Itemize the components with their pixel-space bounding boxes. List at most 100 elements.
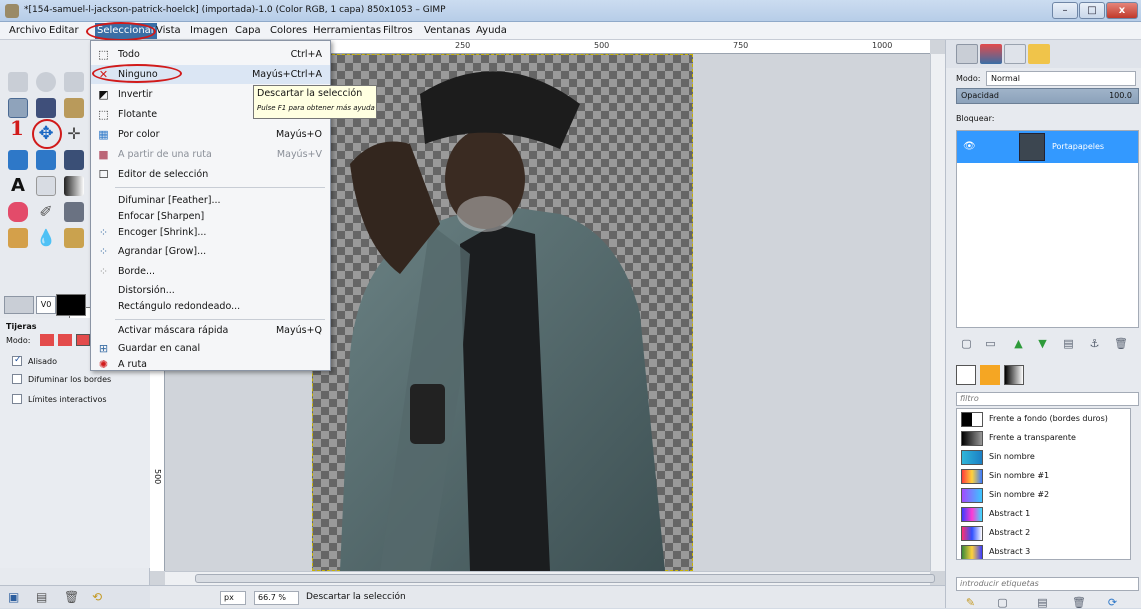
menu-imagen[interactable]: Imagen bbox=[190, 25, 228, 36]
eraser-tool-icon[interactable] bbox=[8, 202, 28, 222]
menu-item-quick-mask[interactable]: Activar máscara rápida Mayús+Q bbox=[91, 321, 330, 340]
ink-tool-icon[interactable] bbox=[64, 202, 84, 222]
anchor-layer-icon[interactable]: ⚓ bbox=[1088, 337, 1101, 350]
menu-item-border[interactable]: ⁘ Borde... bbox=[91, 262, 330, 281]
airbrush-tool-icon[interactable]: ✐ bbox=[36, 202, 56, 222]
new-layer-icon[interactable]: ▢ bbox=[960, 337, 973, 350]
menu-vista[interactable]: Vista bbox=[156, 25, 181, 36]
unit-select[interactable]: px bbox=[220, 591, 246, 605]
menu-ventanas[interactable]: Ventanas bbox=[424, 25, 470, 36]
gradient-row[interactable]: Sin nombre bbox=[957, 447, 1130, 467]
select-all-icon: ⬚ bbox=[98, 48, 109, 61]
menu-item-rounded-rect[interactable]: Rectángulo redondeado... bbox=[91, 297, 330, 316]
gradient-row[interactable]: Sin nombre #2 bbox=[957, 485, 1130, 505]
duplicate-gradient-icon[interactable]: ▤ bbox=[1036, 596, 1049, 609]
menu-archivo[interactable]: Archivo bbox=[9, 25, 46, 36]
menu-item-label: Guardar en canal bbox=[118, 343, 201, 354]
brushes-tab-icon[interactable] bbox=[956, 365, 976, 385]
gradient-row[interactable]: Abstract 2 bbox=[957, 523, 1130, 543]
menu-item-selection-editor[interactable]: ☐ Editor de selección bbox=[91, 165, 330, 184]
layer-mode-select[interactable]: Normal bbox=[986, 71, 1136, 86]
undo-history-tab-icon[interactable] bbox=[1028, 44, 1050, 64]
blur-tool-icon[interactable]: 💧 bbox=[36, 228, 56, 248]
gradient-filter-input[interactable]: filtro bbox=[956, 392, 1139, 406]
crop-tool-icon[interactable] bbox=[8, 150, 28, 170]
menu-capa[interactable]: Capa bbox=[235, 25, 261, 36]
border-icon: ⁘ bbox=[98, 265, 109, 278]
ellipse-select-tool-icon[interactable] bbox=[36, 72, 56, 92]
paths-tab-icon[interactable] bbox=[1004, 44, 1026, 64]
menu-item-shrink[interactable]: ⁘ Encoger [Shrink]... bbox=[91, 223, 330, 242]
menu-item-por-color[interactable]: ▦ Por color Mayús+O bbox=[91, 125, 330, 144]
menu-ayuda[interactable]: Ayuda bbox=[476, 25, 507, 36]
refresh-gradients-icon[interactable]: ⟳ bbox=[1106, 596, 1119, 609]
perspective-tool-icon[interactable] bbox=[64, 150, 84, 170]
gradient-row[interactable]: Frente a transparente bbox=[957, 428, 1130, 448]
restore-options-icon[interactable]: ▤ bbox=[36, 590, 47, 604]
foreground-select-tool-icon[interactable] bbox=[36, 98, 56, 118]
visibility-eye-icon[interactable]: 👁 bbox=[963, 141, 976, 152]
free-select-tool-icon[interactable] bbox=[64, 72, 84, 92]
zoom-select[interactable]: 66.7 % bbox=[254, 591, 299, 605]
layer-row[interactable]: 👁 Portapapeles bbox=[957, 131, 1138, 163]
layers-tab-icon[interactable] bbox=[956, 44, 978, 64]
menu-item-todo[interactable]: ⬚ Todo Ctrl+A bbox=[91, 45, 330, 64]
rect-select-tool-icon[interactable] bbox=[8, 72, 28, 92]
scissors-tool-icon[interactable] bbox=[8, 98, 28, 118]
menu-filtros[interactable]: Filtros bbox=[383, 25, 413, 36]
portrait-image[interactable] bbox=[320, 54, 690, 571]
gradient-buttons: ✎ ▢ ▤ 🗑 ⟳ bbox=[956, 593, 1139, 609]
device-status-tab-icon[interactable]: V0 bbox=[36, 296, 56, 314]
bucket-fill-tool-icon[interactable] bbox=[36, 176, 56, 196]
menu-herramientas[interactable]: Herramientas bbox=[313, 25, 381, 36]
delete-layer-icon[interactable]: 🗑 bbox=[1114, 337, 1128, 350]
new-group-icon[interactable]: ▭ bbox=[984, 337, 997, 350]
interactive-boundary-checkbox[interactable] bbox=[12, 394, 22, 404]
menu-editar[interactable]: Editar bbox=[49, 25, 79, 36]
smudge-tool-icon[interactable] bbox=[64, 228, 84, 248]
menu-seleccionar[interactable]: Seleccionar bbox=[95, 23, 157, 39]
save-options-icon[interactable]: ▣ bbox=[8, 590, 19, 604]
channels-tab-icon[interactable] bbox=[980, 44, 1002, 64]
mode-add-icon[interactable] bbox=[58, 334, 72, 346]
paths-tool-icon[interactable] bbox=[64, 98, 84, 118]
lower-layer-icon[interactable]: ▼ bbox=[1036, 337, 1049, 350]
align-tool-icon[interactable]: ✛ bbox=[64, 124, 84, 144]
menu-colores[interactable]: Colores bbox=[270, 25, 307, 36]
gradients-tab-icon[interactable] bbox=[1004, 365, 1024, 385]
horizontal-scroll-thumb[interactable] bbox=[195, 574, 935, 583]
vertical-scrollbar[interactable] bbox=[930, 54, 945, 571]
antialias-checkbox[interactable] bbox=[12, 355, 22, 366]
clone-tool-icon[interactable] bbox=[8, 228, 28, 248]
maximize-button[interactable]: □ bbox=[1079, 2, 1105, 19]
reset-options-icon[interactable]: ⟲ bbox=[92, 590, 102, 604]
new-gradient-icon[interactable]: ▢ bbox=[996, 596, 1009, 609]
gradient-row[interactable]: Abstract 1 bbox=[957, 504, 1130, 524]
delete-gradient-icon[interactable]: 🗑 bbox=[1072, 596, 1086, 609]
patterns-tab-icon[interactable] bbox=[980, 365, 1000, 385]
opacity-slider[interactable]: Opacidad 100.0 bbox=[956, 88, 1139, 104]
rotate-tool-icon[interactable] bbox=[36, 150, 56, 170]
gradient-row[interactable]: Sin nombre #1 bbox=[957, 466, 1130, 486]
raise-layer-icon[interactable]: ▲ bbox=[1012, 337, 1025, 350]
move-tool-icon[interactable]: ✥ bbox=[36, 124, 56, 144]
mode-replace-icon[interactable] bbox=[40, 334, 54, 346]
menu-item-grow[interactable]: ⁘ Agrandar [Grow]... bbox=[91, 242, 330, 261]
feather-checkbox[interactable] bbox=[12, 374, 22, 384]
text-tool-icon[interactable]: A bbox=[8, 176, 28, 196]
horizontal-scrollbar[interactable] bbox=[165, 571, 935, 585]
delete-options-icon[interactable]: 🗑 bbox=[64, 590, 79, 604]
blend-tool-icon[interactable] bbox=[64, 176, 84, 196]
menu-item-to-path[interactable]: ✺ A ruta bbox=[91, 355, 330, 374]
gradient-row[interactable]: Frente a fondo (bordes duros) bbox=[957, 409, 1130, 429]
tags-input[interactable]: introducir etiquetas bbox=[956, 577, 1139, 591]
minimize-button[interactable]: – bbox=[1052, 2, 1078, 19]
menu-item-ninguno[interactable]: ✕ Ninguno Mayús+Ctrl+A bbox=[91, 65, 330, 84]
mode-subtract-icon[interactable] bbox=[76, 334, 90, 346]
duplicate-layer-icon[interactable]: ▤ bbox=[1062, 337, 1075, 350]
edit-gradient-icon[interactable]: ✎ bbox=[964, 596, 977, 609]
gradient-row[interactable]: Abstract 3 bbox=[957, 542, 1130, 559]
foreground-color-swatch[interactable] bbox=[56, 294, 86, 316]
tool-options-tab-icon[interactable] bbox=[4, 296, 34, 314]
close-button[interactable]: x bbox=[1106, 2, 1138, 19]
